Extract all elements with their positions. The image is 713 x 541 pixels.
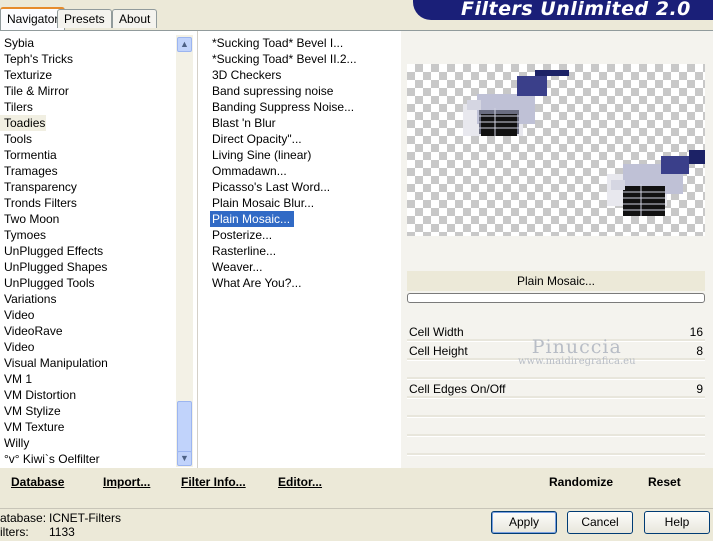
- watermark-url: www.maidiregrafica.eu: [518, 356, 636, 367]
- category-item[interactable]: VM Distortion: [0, 387, 176, 403]
- filter-preview: [407, 64, 705, 236]
- tab-presets[interactable]: Presets: [57, 9, 112, 28]
- filter-item[interactable]: Ommadawn...: [210, 163, 400, 179]
- apply-button[interactable]: Apply: [491, 511, 557, 534]
- filter-item[interactable]: *Sucking Toad* Bevel II.2...: [210, 51, 400, 67]
- cancel-button[interactable]: Cancel: [567, 511, 633, 534]
- category-item[interactable]: Teph's Tricks: [0, 51, 176, 67]
- filters-count: 1133: [49, 525, 75, 539]
- category-item[interactable]: UnPlugged Tools: [0, 275, 176, 291]
- filters-label: ilters:: [0, 525, 29, 539]
- preview-image: [463, 70, 705, 216]
- parameter-row[interactable]: [407, 418, 705, 437]
- tab-about[interactable]: About: [112, 9, 158, 28]
- category-item[interactable]: Texturize: [0, 67, 176, 83]
- filter-item[interactable]: Banding Suppress Noise...: [210, 99, 400, 115]
- category-item[interactable]: Video: [0, 307, 176, 323]
- filter-item[interactable]: Rasterline...: [210, 243, 400, 259]
- editor-button[interactable]: Editor...: [278, 475, 322, 489]
- category-item[interactable]: VM Texture: [0, 419, 176, 435]
- category-list: Sybia Teph's Tricks Texturize Tile & Mirror…: [0, 35, 176, 467]
- category-item[interactable]: VM Stylize: [0, 403, 176, 419]
- category-item[interactable]: Variations: [0, 291, 176, 307]
- category-item[interactable]: Tools: [0, 131, 176, 147]
- category-item[interactable]: Tramages: [0, 163, 176, 179]
- category-item[interactable]: UnPlugged Effects: [0, 243, 176, 259]
- reset-button[interactable]: Reset: [648, 475, 681, 489]
- parameter-slider[interactable]: [407, 434, 705, 436]
- database-button[interactable]: Database: [11, 475, 64, 489]
- parameter-slider[interactable]: [407, 377, 705, 379]
- title-banner: Filters Unlimited 2.0: [413, 0, 713, 20]
- progress-bar: [407, 293, 705, 303]
- divider: [197, 31, 198, 468]
- parameter-row[interactable]: [407, 437, 705, 456]
- filter-item[interactable]: 3D Checkers: [210, 67, 400, 83]
- parameter-slider[interactable]: [407, 453, 705, 455]
- randomize-button[interactable]: Randomize: [549, 475, 613, 489]
- scroll-thumb[interactable]: [177, 401, 192, 453]
- main-frame: Sybia Teph's Tricks Texturize Tile & Mirror…: [0, 30, 713, 475]
- category-item[interactable]: Tymoes: [0, 227, 176, 243]
- preview-panel: Plain Mosaic... Cell Width 16 Cell Height 8…: [401, 31, 713, 475]
- filter-item[interactable]: Direct Opacity"...: [210, 131, 400, 147]
- selected-filter-name: Plain Mosaic...: [407, 271, 705, 291]
- help-button[interactable]: Help: [644, 511, 710, 534]
- bottom-toolbar: Database Import... Filter Info... Editor…: [0, 468, 713, 496]
- category-item[interactable]: °v° Kiwi`s Oelfilter: [0, 451, 176, 467]
- parameter-slider[interactable]: [407, 396, 705, 398]
- parameter-row[interactable]: [407, 399, 705, 418]
- mosaic-cluster-bottom: [607, 150, 705, 216]
- filter-item[interactable]: Picasso's Last Word...: [210, 179, 400, 195]
- filter-item[interactable]: Blast 'n Blur: [210, 115, 400, 131]
- category-scrollbar[interactable]: ▲ ▼: [176, 35, 193, 467]
- scroll-up-button[interactable]: ▲: [177, 37, 192, 52]
- filter-item[interactable]: Band supressing noise: [210, 83, 400, 99]
- database-value: ICNET-Filters: [49, 511, 121, 525]
- category-item[interactable]: Willy: [0, 435, 176, 451]
- filter-item[interactable]: Plain Mosaic...: [210, 211, 295, 227]
- watermark-name: Pinuccia: [531, 336, 622, 358]
- category-item[interactable]: Video: [0, 339, 176, 355]
- category-item[interactable]: Tilers: [0, 99, 176, 115]
- filter-info-button[interactable]: Filter Info...: [181, 475, 246, 489]
- database-label: atabase:: [0, 511, 47, 525]
- category-item[interactable]: Visual Manipulation: [0, 355, 176, 371]
- filter-item[interactable]: Posterize...: [210, 227, 400, 243]
- watermark: Pinuccia www.maidiregrafica.eu: [518, 336, 636, 367]
- category-item[interactable]: Sybia: [0, 35, 176, 51]
- filter-item[interactable]: Plain Mosaic Blur...: [210, 195, 400, 211]
- filter-item[interactable]: Weaver...: [210, 259, 400, 275]
- category-item[interactable]: VM 1: [0, 371, 176, 387]
- category-item[interactable]: Toadies: [0, 115, 46, 131]
- parameter-row[interactable]: Cell Edges On/Off 9: [407, 380, 705, 399]
- filter-item[interactable]: Living Sine (linear): [210, 147, 400, 163]
- category-item[interactable]: UnPlugged Shapes: [0, 259, 176, 275]
- category-item[interactable]: Tronds Filters: [0, 195, 176, 211]
- filter-item[interactable]: What Are You?...: [210, 275, 400, 291]
- import-button[interactable]: Import...: [103, 475, 150, 489]
- category-item[interactable]: VideoRave: [0, 323, 176, 339]
- mosaic-cluster-top: [463, 70, 569, 136]
- scroll-down-button[interactable]: ▼: [177, 451, 192, 466]
- category-item[interactable]: Tormentia: [0, 147, 176, 163]
- tab-navigator[interactable]: Navigator: [0, 7, 66, 30]
- category-item[interactable]: Two Moon: [0, 211, 176, 227]
- parameter-slider[interactable]: [407, 415, 705, 417]
- banner-title: Filters Unlimited 2.0: [461, 0, 691, 20]
- category-item[interactable]: Tile & Mirror: [0, 83, 176, 99]
- filter-list: *Sucking Toad* Bevel I... *Sucking Toad* …: [210, 35, 400, 291]
- filter-item[interactable]: *Sucking Toad* Bevel I...: [210, 35, 400, 51]
- category-item[interactable]: Transparency: [0, 179, 176, 195]
